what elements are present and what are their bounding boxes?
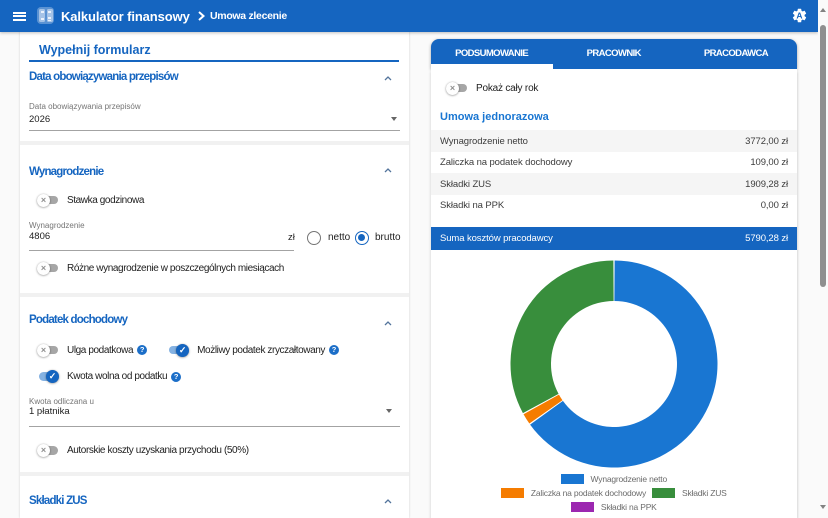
svg-text:A: A [796, 10, 802, 20]
